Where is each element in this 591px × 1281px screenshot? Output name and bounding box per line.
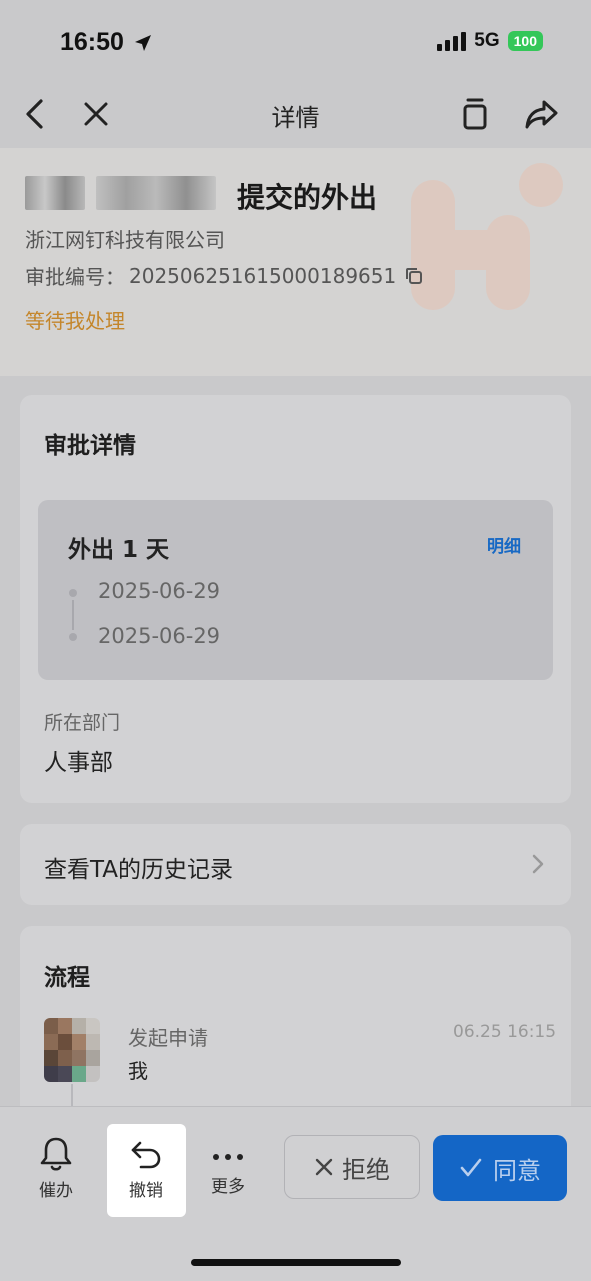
copy-number-icon[interactable]	[404, 266, 424, 286]
signal-icon	[437, 31, 467, 51]
share-icon	[525, 100, 558, 129]
chevron-right-icon	[532, 854, 544, 874]
approval-number-row: 审批编号： 202506251615000189651	[25, 261, 424, 290]
approval-number-label: 审批编号：	[25, 265, 125, 289]
undo-label: 撤销	[129, 1181, 163, 1201]
remind-label: 催办	[39, 1181, 73, 1201]
flow-connector	[71, 1084, 73, 1108]
department-value: 人事部	[44, 750, 113, 776]
agree-label: 同意	[493, 1156, 541, 1185]
start-date: 2025-06-29	[98, 579, 221, 603]
copy-button[interactable]	[458, 96, 492, 132]
detail-link[interactable]: 明细	[487, 532, 521, 557]
flow-time: 06.25 16:15	[453, 1022, 557, 1042]
undo-button[interactable]: 撤销	[115, 1138, 177, 1201]
more-label: 更多	[211, 1177, 245, 1197]
page-title: 详情	[271, 104, 320, 132]
blurred-name-part-2	[96, 176, 216, 210]
home-indicator[interactable]	[191, 1259, 401, 1266]
check-icon	[460, 1158, 482, 1177]
trip-title: 外出 1 天	[68, 537, 170, 563]
undo-icon	[131, 1141, 161, 1169]
blurred-name-part-1	[25, 176, 85, 210]
location-arrow-icon	[134, 35, 151, 52]
network-label: 5G	[474, 30, 500, 51]
avatar	[44, 1018, 100, 1082]
history-link[interactable]: 查看TA的历史记录	[44, 850, 233, 884]
remind-button[interactable]: 催办	[30, 1136, 82, 1201]
bell-icon	[40, 1137, 72, 1171]
brand-watermark-icon	[411, 163, 563, 310]
end-date: 2025-06-29	[98, 624, 221, 648]
status-indicators: 5G 100	[437, 30, 543, 52]
more-button[interactable]: 更多	[202, 1146, 254, 1197]
timeline-line	[72, 600, 74, 630]
share-button[interactable]	[522, 96, 562, 132]
flow-user: 我	[128, 1059, 148, 1083]
close-icon	[315, 1158, 333, 1176]
more-icon	[213, 1154, 243, 1160]
start-dot	[69, 589, 77, 597]
status-time: 16:50	[60, 28, 153, 57]
department-label: 所在部门	[44, 712, 121, 734]
reject-button[interactable]: 拒绝	[284, 1135, 420, 1199]
time-text: 16:50	[60, 28, 124, 56]
approval-number-value: 202506251615000189651	[129, 263, 397, 288]
flow-action: 发起申请	[128, 1026, 208, 1050]
reject-label: 拒绝	[342, 1155, 390, 1184]
approval-title: 提交的外出	[237, 181, 378, 214]
details-title: 审批详情	[44, 433, 136, 459]
battery-icon: 100	[507, 31, 543, 51]
copy-icon	[463, 98, 487, 130]
end-dot	[69, 633, 77, 641]
company-name: 浙江网钉科技有限公司	[25, 228, 225, 252]
flow-title: 流程	[44, 965, 90, 991]
agree-button[interactable]: 同意	[433, 1135, 567, 1201]
status-badge: 等待我处理	[25, 309, 125, 333]
